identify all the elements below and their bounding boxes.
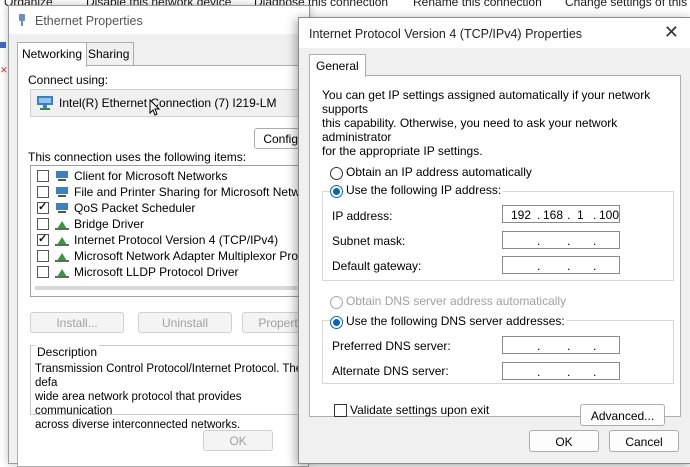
intro-text: You can get IP settings assigned automat…	[322, 88, 674, 158]
networking-panel: Connect using: Intel(R) Ethernet Connect…	[17, 65, 323, 467]
item-label: QoS Packet Scheduler	[74, 201, 196, 215]
intro-line: this capability. Otherwise, you need to …	[322, 116, 618, 144]
ipv4-ok-button[interactable]: OK	[529, 430, 599, 452]
error-icon: ✕	[0, 65, 8, 75]
tab-networking[interactable]: Networking	[17, 42, 88, 67]
ip-octet: 1	[577, 208, 584, 222]
preferred-dns-field[interactable]: ...	[502, 336, 620, 354]
protocol-icon	[55, 269, 69, 278]
protocol-icon	[55, 237, 69, 246]
obtain-dns-auto-radio[interactable]	[330, 296, 343, 309]
advanced-button[interactable]: Advanced...	[580, 404, 665, 426]
connect-using-label: Connect using:	[28, 73, 109, 87]
adapter-field: Intel(R) Ethernet Connection (7) I219-LM	[30, 89, 302, 117]
default-gateway-label: Default gateway:	[332, 259, 422, 273]
install-button[interactable]: Install...	[30, 312, 124, 333]
horizontal-scrollbar[interactable]	[35, 286, 297, 290]
ip-octet: 100	[599, 208, 620, 222]
client-icon	[56, 171, 68, 181]
item-label: Internet Protocol Version 4 (TCP/IPv4)	[74, 233, 279, 247]
item-label: Microsoft LLDP Protocol Driver	[74, 265, 239, 279]
item-label: Microsoft Network Adapter Multiplexor Pr…	[74, 249, 324, 263]
subnet-mask-field[interactable]: ...	[502, 231, 620, 249]
use-following-ip-radio[interactable]	[330, 185, 343, 198]
general-panel: You can get IP settings assigned automat…	[309, 75, 681, 426]
ipv4-cancel-button[interactable]: Cancel	[609, 430, 679, 452]
list-item[interactable]: File and Printer Sharing for Microsoft N…	[37, 184, 323, 200]
use-following-dns-radio[interactable]	[330, 316, 343, 329]
preferred-dns-label: Preferred DNS server:	[332, 339, 451, 353]
protocol-icon	[55, 221, 69, 230]
rename-connection-command[interactable]: Rename this connection	[413, 0, 542, 9]
use-following-ip-label[interactable]: Use the following IP address:	[344, 183, 504, 197]
ethernet-plug-icon	[19, 14, 25, 26]
ethernet-dialog-title: Ethernet Properties	[35, 14, 143, 28]
alternate-dns-field[interactable]: ...	[502, 362, 620, 380]
list-item[interactable]: Microsoft LLDP Protocol Driver	[37, 264, 239, 280]
description-line: wide area network protocol that provides…	[35, 391, 242, 417]
ipv4-properties-dialog: Internet Protocol Version 4 (TCP/IPv4) P…	[298, 17, 690, 464]
item-checkbox[interactable]	[37, 218, 49, 230]
ipv4-title-bar: Internet Protocol Version 4 (TCP/IPv4) P…	[299, 18, 690, 48]
intro-line: You can get IP settings assigned automat…	[322, 88, 651, 116]
description-label: Description	[35, 345, 100, 359]
validate-label[interactable]: Validate settings upon exit	[350, 403, 489, 417]
description-text: Transmission Control Protocol/Internet P…	[35, 362, 303, 432]
ethernet-properties-dialog: Ethernet Properties Networking Sharing C…	[8, 5, 323, 467]
ethernet-title-bar: Ethernet Properties	[9, 6, 309, 34]
mouse-cursor-icon	[149, 99, 161, 116]
description-line: Transmission Control Protocol/Internet P…	[35, 363, 303, 389]
items-label: This connection uses the following items…	[28, 150, 247, 164]
subnet-mask-label: Subnet mask:	[332, 234, 406, 248]
ip-octet: 168	[543, 208, 564, 222]
validate-checkbox[interactable]	[334, 404, 347, 417]
list-item[interactable]: Microsoft Network Adapter Multiplexor Pr…	[37, 248, 323, 264]
service-icon	[56, 187, 68, 197]
network-adapter-icon	[37, 96, 53, 110]
item-label: Bridge Driver	[74, 217, 145, 231]
ip-address-field[interactable]: 192 . 168 . 1 . 100	[502, 205, 620, 223]
uninstall-button[interactable]: Uninstall	[138, 312, 232, 333]
intro-line: for the appropriate IP settings.	[322, 144, 483, 158]
list-item[interactable]: Bridge Driver	[37, 216, 144, 232]
obtain-dns-auto-label[interactable]: Obtain DNS server address automatically	[346, 294, 566, 308]
item-checkbox[interactable]	[37, 266, 49, 278]
ip-address-label: IP address:	[332, 209, 393, 223]
close-icon[interactable]: ✕	[664, 22, 679, 43]
tab-general[interactable]: General	[309, 54, 366, 77]
obtain-ip-auto-label[interactable]: Obtain an IP address automatically	[346, 165, 532, 179]
item-checkbox[interactable]	[37, 170, 49, 182]
item-checkbox[interactable]	[37, 232, 49, 246]
explorer-left-edge: ✕	[0, 12, 8, 462]
ethernet-ok-button[interactable]: OK	[203, 430, 273, 451]
alternate-dns-label: Alternate DNS server:	[332, 364, 449, 378]
ethernet-tabs: Networking Sharing	[9, 42, 309, 67]
list-item[interactable]: Internet Protocol Version 4 (TCP/IPv4)	[37, 232, 278, 248]
change-settings-command[interactable]: Change settings of this c	[565, 0, 690, 9]
items-list: Client for Microsoft Networks File and P…	[30, 165, 323, 297]
item-checkbox[interactable]	[37, 186, 49, 198]
item-label: Client for Microsoft Networks	[74, 169, 228, 183]
item-label: File and Printer Sharing for Microsoft N…	[74, 185, 323, 199]
ipv4-dialog-title: Internet Protocol Version 4 (TCP/IPv4) P…	[309, 27, 583, 41]
adapter-name: Intel(R) Ethernet Connection (7) I219-LM	[59, 96, 277, 110]
qos-icon	[56, 203, 68, 213]
item-checkbox[interactable]	[37, 200, 49, 214]
network-icon	[0, 42, 6, 48]
default-gateway-field[interactable]: ...	[502, 256, 620, 274]
tab-sharing[interactable]: Sharing	[83, 42, 135, 65]
list-item[interactable]: Client for Microsoft Networks	[37, 168, 227, 184]
list-item[interactable]: QoS Packet Scheduler	[37, 200, 195, 216]
description-group: Description Transmission Control Protoco…	[30, 345, 302, 431]
use-following-dns-label[interactable]: Use the following DNS server addresses:	[344, 314, 567, 328]
protocol-icon	[55, 253, 69, 262]
ip-octet: 192	[511, 208, 532, 222]
item-checkbox[interactable]	[37, 250, 49, 262]
obtain-ip-auto-radio[interactable]	[330, 167, 343, 180]
